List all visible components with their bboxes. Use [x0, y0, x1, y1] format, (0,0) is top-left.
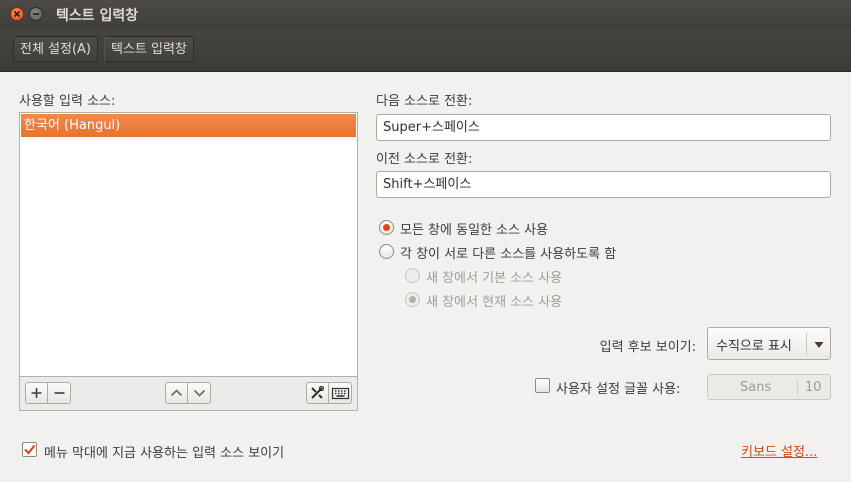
minimize-button[interactable] — [29, 7, 43, 21]
plus-icon — [31, 388, 42, 398]
window-title: 텍스트 입력창 — [56, 8, 139, 24]
keyboard-settings-link[interactable]: 키보드 설정... — [741, 441, 817, 460]
arrow-down-icon — [193, 389, 205, 397]
next-source-shortcut-field[interactable]: Super+스페이스 — [376, 114, 831, 141]
minimize-icon — [33, 13, 39, 15]
candidates-combo-value: 수직으로 표시 — [716, 339, 792, 354]
font-size: 10 — [805, 380, 822, 395]
radio-new-window-current-label: 새 창에서 현재 소스 사용 — [426, 295, 563, 310]
candidates-label: 입력 후보 보이기: — [599, 340, 696, 355]
radio-per-window-label: 각 창이 서로 다른 소스를 사용하도록 함 — [400, 247, 617, 262]
minus-icon — [54, 392, 64, 394]
next-source-label: 다음 소스로 전환: — [376, 94, 473, 109]
keyboard-layout-button[interactable] — [329, 382, 352, 404]
close-icon — [13, 10, 21, 18]
list-toolbar — [19, 377, 358, 411]
arrow-up-icon — [170, 389, 183, 397]
move-up-button[interactable] — [165, 382, 188, 404]
radio-same-all-windows[interactable] — [379, 220, 394, 235]
input-sources-label: 사용할 입력 소스: — [19, 94, 116, 109]
list-item[interactable]: 한국어 (Hangul) — [21, 114, 356, 137]
custom-font-label: 사용자 설정 글꼴 사용: — [556, 382, 681, 397]
remove-source-button[interactable] — [48, 382, 71, 404]
radio-per-window[interactable] — [379, 244, 394, 259]
move-down-button[interactable] — [188, 382, 211, 404]
radio-new-window-default[interactable] — [405, 268, 420, 283]
close-button[interactable] — [10, 7, 24, 21]
settings-tools-icon — [311, 385, 325, 399]
checkmark-icon — [24, 444, 36, 455]
show-in-menubar-checkbox[interactable] — [22, 442, 37, 457]
chevron-down-icon — [814, 342, 824, 348]
add-source-button[interactable] — [25, 382, 48, 404]
keyboard-icon — [331, 387, 349, 400]
candidates-combo[interactable]: 수직으로 표시 — [707, 327, 831, 360]
title-bar: 텍스트 입력창 — [0, 0, 851, 29]
input-sources-list[interactable]: 한국어 (Hangul) — [19, 112, 358, 377]
radio-new-window-default-label: 새 창에서 기본 소스 사용 — [426, 271, 563, 286]
font-picker-button[interactable]: Sans 10 — [707, 374, 831, 400]
tab-text-entry[interactable]: 텍스트 입력창 — [104, 36, 194, 62]
custom-font-checkbox[interactable] — [535, 378, 550, 393]
show-in-menubar-label: 메뉴 막대에 지금 사용하는 입력 소스 보이기 — [44, 446, 285, 461]
radio-new-window-current[interactable] — [405, 292, 420, 307]
radio-same-all-windows-label: 모든 창에 동일한 소스 사용 — [400, 223, 549, 238]
prev-source-shortcut-field[interactable]: Shift+스페이스 — [376, 171, 831, 198]
combo-divider — [806, 333, 807, 355]
toolbar: 전체 설정(A) 텍스트 입력창 — [0, 29, 851, 72]
font-name: Sans — [740, 380, 772, 395]
font-divider — [797, 379, 798, 396]
tab-general-settings[interactable]: 전체 설정(A) — [13, 36, 99, 62]
prev-source-label: 이전 소스로 전환: — [376, 152, 473, 167]
source-settings-button[interactable] — [306, 382, 329, 404]
